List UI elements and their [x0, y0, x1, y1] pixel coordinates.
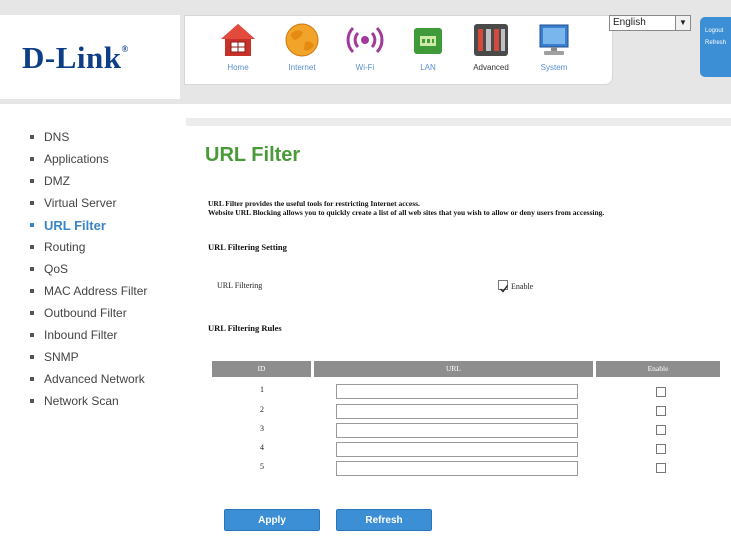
sidebar-item-applications[interactable]: Applications [30, 148, 180, 170]
system-icon [533, 20, 575, 60]
row-id: 5 [260, 462, 264, 471]
url-input[interactable] [336, 384, 578, 399]
sidebar-item-virtual-server[interactable]: Virtual Server [30, 192, 180, 214]
main-nav: Home Internet Wi-Fi LAN Advanced System [184, 15, 613, 85]
url-input[interactable] [336, 423, 578, 438]
nav-internet[interactable]: Internet [274, 20, 330, 82]
bullet-icon [30, 135, 34, 139]
page-description: URL Filter provides the useful tools for… [208, 199, 605, 217]
rule-enable-checkbox[interactable] [656, 425, 666, 435]
rule-enable-checkbox[interactable] [656, 387, 666, 397]
sidebar-item-qos[interactable]: QoS [30, 258, 180, 280]
bullet-icon [30, 399, 34, 403]
wifi-icon [344, 20, 386, 60]
sidebar-item-dmz[interactable]: DMZ [30, 170, 180, 192]
dlink-logo: D-Link® [22, 40, 129, 75]
account-tab: Logout Refresh [700, 17, 731, 77]
refresh-button[interactable]: Refresh [336, 509, 432, 531]
row-id: 4 [260, 443, 264, 452]
content-panel [186, 118, 731, 551]
language-select[interactable]: English ▼ [609, 15, 691, 31]
globe-icon [281, 20, 323, 60]
page-title: URL Filter [205, 144, 301, 166]
rule-enable-checkbox[interactable] [656, 444, 666, 454]
column-header-enable: Enable [596, 361, 720, 377]
bullet-icon [30, 267, 34, 271]
chevron-down-icon: ▼ [675, 16, 690, 30]
bullet-icon [30, 223, 34, 227]
url-input[interactable] [336, 461, 578, 476]
bullet-icon [30, 179, 34, 183]
home-icon [217, 20, 259, 60]
column-header-id: ID [212, 361, 311, 377]
sidebar-item-url-filter[interactable]: URL Filter [30, 214, 180, 236]
rule-enable-checkbox[interactable] [656, 406, 666, 416]
refresh-link[interactable]: Refresh [700, 40, 731, 46]
nav-home[interactable]: Home [210, 20, 266, 82]
advanced-icon [470, 20, 512, 60]
bullet-icon [30, 289, 34, 293]
sidebar-menu: DNS Applications DMZ Virtual Server URL … [30, 126, 180, 412]
sidebar-item-dns[interactable]: DNS [30, 126, 180, 148]
url-filtering-enable-label: Enable [511, 282, 534, 291]
row-id: 2 [260, 405, 264, 414]
rules-heading: URL Filtering Rules [208, 323, 282, 333]
sidebar-item-snmp[interactable]: SNMP [30, 346, 180, 368]
bullet-icon [30, 377, 34, 381]
checkmark-icon [500, 285, 509, 293]
setting-heading: URL Filtering Setting [208, 242, 287, 252]
bullet-icon [30, 201, 34, 205]
bullet-icon [30, 355, 34, 359]
url-filtering-enable-checkbox[interactable] [498, 280, 509, 293]
apply-button[interactable]: Apply [224, 509, 320, 531]
column-header-url: URL [314, 361, 593, 377]
nav-wifi[interactable]: Wi-Fi [337, 20, 393, 82]
sidebar-item-inbound-filter[interactable]: Inbound Filter [30, 324, 180, 346]
url-filtering-label: URL Filtering [217, 281, 263, 290]
rule-enable-checkbox[interactable] [656, 463, 666, 473]
row-id: 3 [260, 424, 264, 433]
url-input[interactable] [336, 442, 578, 457]
nav-lan[interactable]: LAN [400, 20, 456, 82]
sidebar-item-mac-address-filter[interactable]: MAC Address Filter [30, 280, 180, 302]
sidebar-item-outbound-filter[interactable]: Outbound Filter [30, 302, 180, 324]
bullet-icon [30, 245, 34, 249]
row-id: 1 [260, 385, 264, 394]
bullet-icon [30, 311, 34, 315]
sidebar-item-advanced-network[interactable]: Advanced Network [30, 368, 180, 390]
url-input[interactable] [336, 404, 578, 419]
bullet-icon [30, 333, 34, 337]
nav-system[interactable]: System [526, 20, 582, 82]
nav-advanced[interactable]: Advanced [463, 20, 519, 82]
logout-link[interactable]: Logout [700, 28, 731, 34]
bullet-icon [30, 157, 34, 161]
sidebar-item-routing[interactable]: Routing [30, 236, 180, 258]
sidebar-item-network-scan[interactable]: Network Scan [30, 390, 180, 412]
lan-icon [407, 20, 449, 60]
